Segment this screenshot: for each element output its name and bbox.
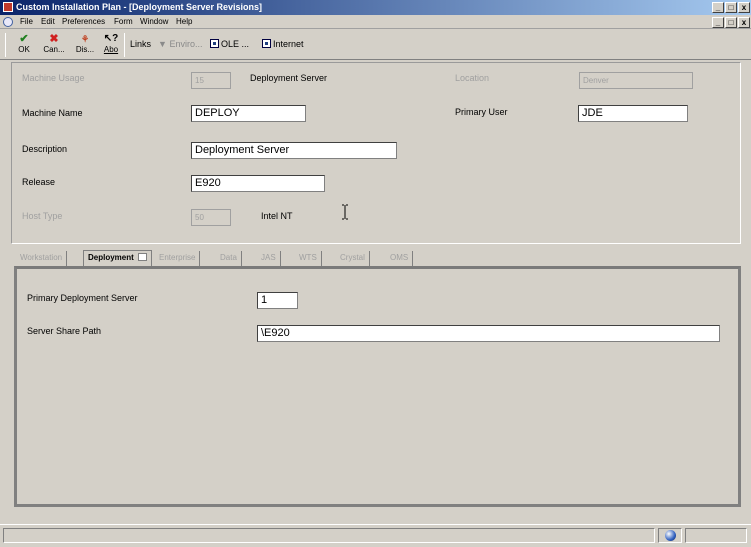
internet-link[interactable]: Internet <box>262 39 304 49</box>
doc-minimize-button[interactable]: _ <box>712 17 724 28</box>
location-field: Denver <box>579 72 693 89</box>
tab-page-icon <box>137 253 147 261</box>
window-minimize-button[interactable]: _ <box>712 2 724 13</box>
tab-deployment[interactable]: Deployment <box>83 250 152 266</box>
display-button[interactable]: ⚘ Dis... <box>72 33 98 58</box>
primary-user-field[interactable]: JDE <box>578 105 688 122</box>
ole-link[interactable]: OLE ... <box>210 39 249 49</box>
internet-label: Internet <box>273 39 304 49</box>
description-label: Description <box>22 144 68 154</box>
ole-label: OLE ... <box>221 39 250 49</box>
ole-icon <box>210 39 219 48</box>
menu-help[interactable]: Help <box>176 17 192 26</box>
server-share-path-label: Server Share Path <box>27 326 102 336</box>
cancel-x-icon: ✖ <box>49 33 59 45</box>
tab-oms[interactable]: OMS <box>386 251 414 266</box>
tab-jas[interactable]: JAS <box>257 251 281 266</box>
display-icon: ⚘ <box>80 34 90 44</box>
status-bar <box>0 524 751 547</box>
tab-enterprise[interactable]: Enterprise <box>155 251 201 266</box>
environment-label: Enviro... <box>169 39 203 49</box>
toolbar: ✔ OK ✖ Can... ⚘ Dis... ↖? Abo Links ▼ En… <box>0 30 751 60</box>
status-cell-extra <box>685 528 747 543</box>
internet-icon <box>262 39 271 48</box>
window-title-bar: Custom Installation Plan - [Deployment S… <box>0 0 751 15</box>
dropdown-arrow-icon: ▼ <box>158 39 167 49</box>
menu-form[interactable]: Form <box>114 17 133 26</box>
machine-usage-label: Machine Usage <box>22 73 85 83</box>
host-type-description: Intel NT <box>261 211 293 221</box>
toolbar-grip <box>5 33 6 57</box>
location-label: Location <box>455 73 490 83</box>
primary-user-label: Primary User <box>455 107 508 117</box>
ok-label: OK <box>18 45 30 54</box>
checkmark-icon: ✔ <box>19 33 29 45</box>
machine-name-label: Machine Name <box>22 108 83 118</box>
machine-name-field[interactable]: DEPLOY <box>191 105 306 122</box>
help-pointer-icon: ↖? <box>103 33 119 44</box>
display-label: Dis... <box>75 45 95 54</box>
menu-window[interactable]: Window <box>140 17 168 26</box>
cancel-button[interactable]: ✖ Can... <box>40 33 68 58</box>
release-field[interactable]: E920 <box>191 175 325 192</box>
about-label: Abo <box>103 45 119 54</box>
window-close-button[interactable]: x <box>738 2 750 13</box>
menu-edit[interactable]: Edit <box>41 17 55 26</box>
globe-icon <box>665 530 676 541</box>
tab-wts[interactable]: WTS <box>295 251 322 266</box>
release-label: Release <box>22 177 56 187</box>
machine-usage-description: Deployment Server <box>250 73 328 83</box>
window-restore-button[interactable]: □ <box>725 2 737 13</box>
cancel-label: Can... <box>43 45 65 54</box>
primary-deployment-server-field[interactable]: 1 <box>257 292 298 309</box>
server-share-path-field[interactable]: \E920 <box>257 325 720 342</box>
doc-restore-button[interactable]: □ <box>725 17 737 28</box>
primary-deployment-server-label: Primary Deployment Server <box>27 293 138 303</box>
tab-crystal[interactable]: Crystal <box>336 251 370 266</box>
window-title: Custom Installation Plan - [Deployment S… <box>16 2 263 12</box>
about-button[interactable]: ↖? Abo <box>101 33 121 58</box>
document-icon[interactable] <box>3 17 13 27</box>
toolbar-separator <box>124 33 125 57</box>
links-menu[interactable]: Links <box>130 39 151 49</box>
ok-button[interactable]: ✔ OK <box>14 33 34 58</box>
menu-file[interactable]: File <box>20 17 33 26</box>
host-type-label: Host Type <box>22 211 63 221</box>
app-icon <box>3 2 13 12</box>
tab-data[interactable]: Data <box>216 251 242 266</box>
text-cursor-icon <box>342 204 348 220</box>
menu-preferences[interactable]: Preferences <box>62 17 105 26</box>
status-cell-message <box>3 528 655 543</box>
machine-usage-field: 15 <box>191 72 231 89</box>
environment-link: ▼ Enviro... <box>158 39 202 49</box>
tab-workstation[interactable]: Workstation <box>16 251 68 266</box>
description-field[interactable]: Deployment Server <box>191 142 397 159</box>
host-type-field: 50 <box>191 209 231 226</box>
tab-strip: Workstation Deployment Enterprise Data J… <box>11 250 741 266</box>
tab-deployment-label: Deployment <box>88 253 134 262</box>
menu-bar: File Edit Preferences Form Window Help <box>0 15 751 29</box>
doc-close-button[interactable]: x <box>738 17 750 28</box>
